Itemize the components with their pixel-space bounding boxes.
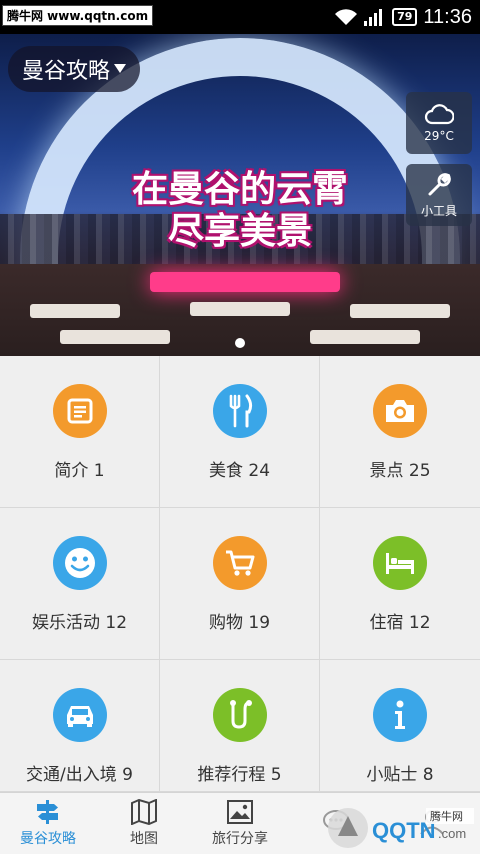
- status-indicators: 79 11:36: [334, 4, 472, 30]
- category-transport[interactable]: 交通/出入境 9: [0, 660, 160, 792]
- hero-banner[interactable]: 在曼谷的云霄 尽享美景 曼谷攻略 29°C 小工具: [0, 34, 480, 356]
- category-entertainment[interactable]: 娱乐活动 12: [0, 508, 160, 660]
- cloud-icon: [424, 104, 454, 125]
- category-label: 娱乐活动 12: [31, 613, 128, 633]
- category-label: 交通/出入境 9: [26, 765, 133, 785]
- category-shopping[interactable]: 购物 19: [160, 508, 320, 660]
- category-icon-bg: [373, 384, 427, 438]
- nav-guide[interactable]: 曼谷攻略: [0, 793, 96, 854]
- battery-icon: 79: [392, 8, 418, 26]
- category-label: 住宿 12: [369, 613, 431, 633]
- city-selector-button[interactable]: 曼谷攻略: [8, 46, 141, 92]
- svg-text:腾牛网: 腾牛网: [430, 809, 463, 823]
- category-tips[interactable]: 小贴士 8: [320, 660, 480, 792]
- category-label: 景点 25: [369, 461, 431, 481]
- bed-icon: [386, 553, 414, 574]
- info-icon: [395, 700, 405, 729]
- category-icon-bg: [212, 384, 267, 438]
- signpost-icon: [37, 800, 58, 824]
- watermark-logo: QQTN .com 腾牛网: [328, 808, 474, 848]
- status-bar: 腾牛网 www.qqtn.com 79 11:36: [0, 0, 480, 34]
- cart-icon: [225, 550, 254, 576]
- category-label: 购物 19: [208, 613, 271, 633]
- chevron-down-icon: [114, 64, 127, 73]
- category-label: 小贴士 8: [366, 765, 434, 785]
- clock-time: 11:36: [423, 5, 472, 28]
- svg-text:.com: .com: [438, 826, 466, 841]
- banner-bar-graphic: [150, 272, 340, 292]
- category-icon-bg: [373, 536, 427, 590]
- nav-label: 曼谷攻略: [20, 831, 76, 847]
- map-icon: [131, 799, 157, 825]
- nav-map[interactable]: 地图: [96, 793, 192, 854]
- category-icon-bg: [373, 688, 427, 742]
- weather-temperature: 29°C: [424, 129, 454, 143]
- tools-label: 小工具: [420, 203, 457, 218]
- category-lodging[interactable]: 住宿 12: [320, 508, 480, 660]
- category-icon-bg: [52, 688, 107, 742]
- nav-label: 旅行分享: [212, 831, 268, 847]
- category-label: 推荐行程 5: [197, 765, 282, 785]
- route-icon: [229, 700, 252, 729]
- category-icon-bg: [52, 384, 107, 438]
- nav-label: 地图: [130, 831, 158, 847]
- camera-icon: [386, 400, 414, 422]
- banner-table-graphic: [30, 304, 120, 318]
- tools-button[interactable]: 小工具: [406, 164, 472, 226]
- watermark-label: 腾牛网 www.qqtn.com: [2, 5, 154, 26]
- category-itinerary[interactable]: 推荐行程 5: [160, 660, 320, 792]
- category-grid: 简介 1 美食 24 景点 25 娱乐活动 12 购物 19 住宿 12 交通/…: [0, 356, 480, 792]
- carousel-indicator[interactable]: [235, 338, 245, 348]
- banner-table-graphic: [310, 330, 420, 344]
- car-icon: [66, 706, 93, 727]
- category-icon-bg: [212, 536, 267, 590]
- category-icon-bg: [52, 536, 107, 590]
- category-label: 简介 1: [54, 461, 105, 481]
- banner-table-graphic: [60, 330, 170, 344]
- wifi-icon: [335, 9, 358, 25]
- picture-icon: [227, 800, 253, 824]
- city-selector-label: 曼谷攻略: [22, 59, 111, 84]
- category-food[interactable]: 美食 24: [160, 356, 320, 508]
- fork-knife-icon: [229, 394, 252, 428]
- nav-share[interactable]: 旅行分享: [192, 793, 288, 854]
- category-sights[interactable]: 景点 25: [320, 356, 480, 508]
- weather-button[interactable]: 29°C: [406, 92, 472, 154]
- category-intro[interactable]: 简介 1: [0, 356, 160, 508]
- banner-table-graphic: [350, 304, 450, 318]
- category-icon-bg: [212, 688, 267, 742]
- document-icon: [67, 398, 92, 424]
- banner-table-graphic: [190, 302, 290, 316]
- category-label: 美食 24: [208, 461, 271, 481]
- signal-icon: [364, 9, 383, 26]
- wrench-icon: [428, 172, 451, 195]
- smile-icon: [64, 548, 95, 578]
